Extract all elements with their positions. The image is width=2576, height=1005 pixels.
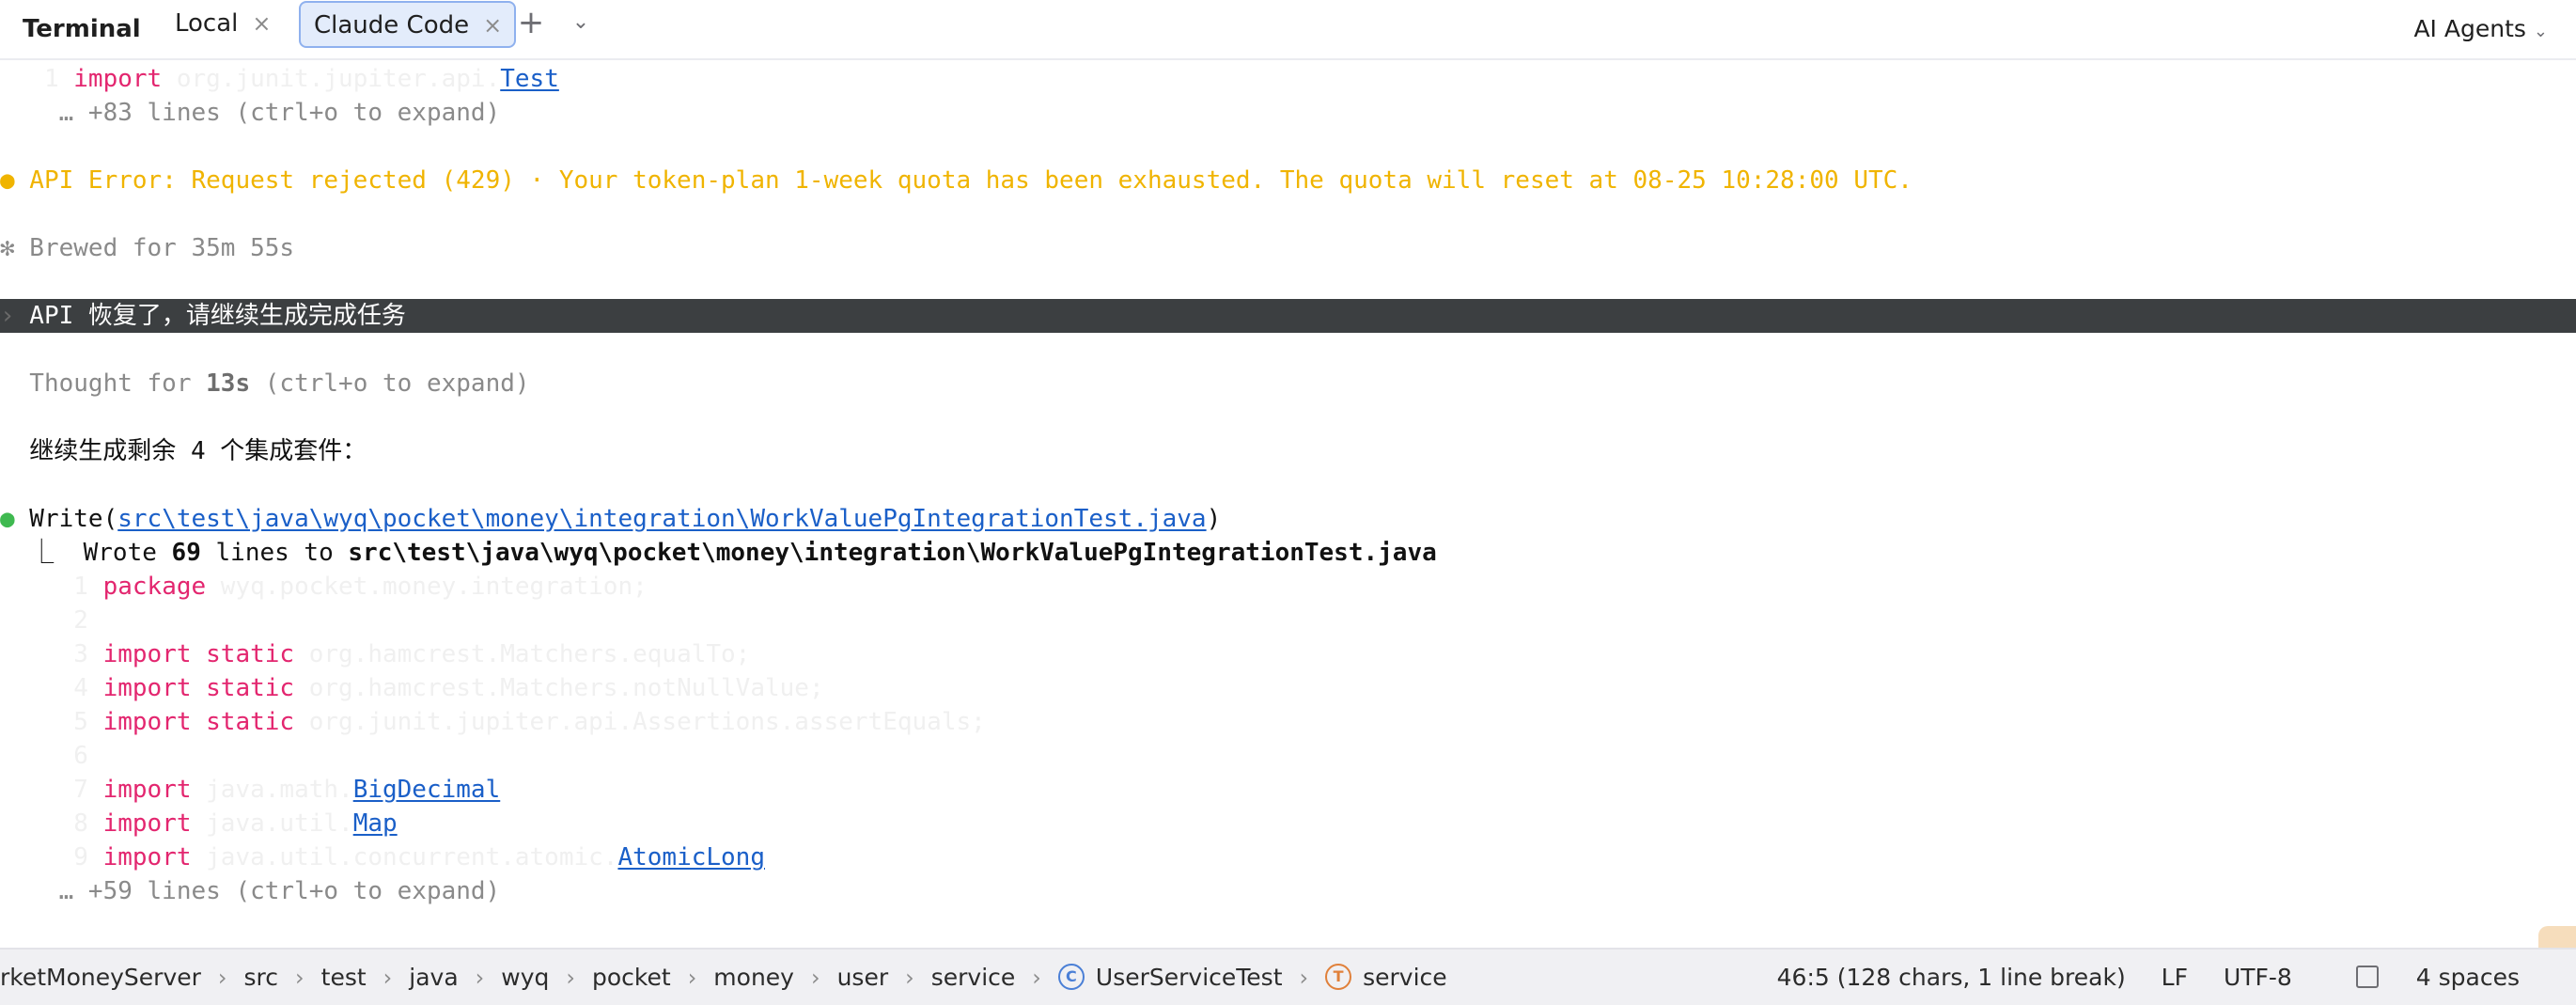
tab-list-chevron-down-icon[interactable]: ⌄ (562, 4, 600, 41)
ai-agents-dropdown[interactable]: AI Agents ⌄ (2413, 9, 2548, 49)
code-line: 1 package wyq.pocket.money.integration; (0, 573, 648, 601)
ai-agents-label: AI Agents (2413, 15, 2526, 42)
status-widgets: 46:5 (128 chars, 1 line break) LF UTF-8 … (1749, 950, 2520, 1005)
keyword: import (73, 65, 163, 93)
code-line: 6 (0, 742, 88, 770)
code-line: 7 import java.math.BigDecimal (0, 776, 501, 804)
indent-setting[interactable]: 4 spaces (2328, 964, 2520, 991)
breadcrumb-item[interactable]: pocket (592, 964, 671, 991)
breadcrumb-item[interactable]: service (931, 964, 1016, 991)
assistant-message: 继续生成剩余 4 个集成套件： (0, 437, 367, 465)
brewed-duration: ✻ Brewed for 35m 55s (0, 234, 295, 262)
indent-icon (2355, 966, 2379, 988)
success-bullet-icon: ● (0, 505, 15, 533)
chevron-right-icon: › (687, 965, 697, 991)
file-path-link[interactable]: src\test\java\wyq\pocket\money\integrati… (117, 505, 1206, 533)
breadcrumb: rketMoneyServer › src › test › java › wyq › pocket… (0, 950, 1447, 1005)
breadcrumb-item[interactable]: rketMoneyServer (0, 964, 201, 991)
keyword: import static (102, 674, 295, 702)
keyword: import (102, 809, 192, 838)
keyword: import (102, 776, 192, 804)
code-line: 4 import static org.hamcrest.Matchers.no… (0, 674, 824, 702)
chevron-right-icon: › (566, 965, 575, 991)
chevron-right-icon: › (1032, 965, 1041, 991)
chevron-right-icon: › (217, 965, 227, 991)
symbol-link[interactable]: AtomicLong (617, 843, 765, 872)
api-error-message: ● API Error: Request rejected (429) · Yo… (0, 166, 1912, 195)
caret-position[interactable]: 46:5 (128 chars, 1 line break) (1777, 964, 2126, 991)
code-line: 5 import static org.junit.jupiter.api.As… (0, 708, 986, 736)
field-icon: T (1325, 964, 1352, 990)
code-line: 3 import static org.hamcrest.Matchers.eq… (0, 640, 751, 668)
status-bar: rketMoneyServer › src › test › java › wyq › pocket… (0, 948, 2576, 1005)
chevron-right-icon: › (905, 965, 914, 991)
close-icon[interactable]: × (480, 3, 505, 48)
new-tab-plus-icon[interactable]: + (512, 4, 550, 41)
close-icon[interactable]: × (249, 1, 273, 46)
tab-label: Claude Code (314, 11, 470, 39)
breadcrumb-item[interactable]: src (244, 964, 279, 991)
chevron-down-icon: ⌄ (2533, 22, 2548, 41)
breadcrumb-item[interactable]: java (409, 964, 458, 991)
warning-bullet-icon: ● (0, 166, 15, 195)
file-encoding[interactable]: UTF-8 (2224, 964, 2292, 991)
write-result: ⎿ Wrote 69 lines to src\test\java\wyq\po… (0, 539, 1437, 567)
breadcrumb-item[interactable]: service (1363, 964, 1447, 991)
code-line: 1 import org.junit.jupiter.api.Test (0, 65, 559, 93)
terminal-output[interactable]: 1 import org.junit.jupiter.api.Test … +8… (0, 62, 2576, 946)
terminal-tab-bar: Terminal Local × Claude Code × + ⌄ AI Agen… (0, 0, 2576, 60)
keyword: import (102, 843, 192, 872)
symbol-link[interactable]: Map (353, 809, 398, 838)
thought-summary[interactable]: Thought for 13s (ctrl+o to expand) (0, 367, 2576, 400)
breadcrumb-item[interactable]: UserServiceTest (1096, 964, 1283, 991)
keyword: package (102, 573, 207, 601)
chevron-right-icon: › (295, 965, 304, 991)
user-prompt: › API 恢复了，请继续生成完成任务 (0, 299, 2576, 333)
code-line: 2 (0, 606, 88, 635)
chevron-right-icon: › (1299, 965, 1309, 991)
class-icon: C (1057, 964, 1085, 990)
line-separator[interactable]: LF (2162, 964, 2188, 991)
write-tool-call: ● Write(src\test\java\wyq\pocket\money\i… (0, 505, 1222, 533)
chevron-right-icon: › (382, 965, 393, 991)
code-line: 9 import java.util.concurrent.atomic.Ato… (0, 843, 765, 872)
keyword: import static (102, 640, 295, 668)
collapsed-lines-hint[interactable]: … +83 lines (ctrl+o to expand) (0, 96, 2576, 130)
prompt-chevron-icon: › (0, 302, 15, 330)
tab-claude-code[interactable]: Claude Code × (299, 1, 517, 48)
breadcrumb-item[interactable]: money (713, 964, 794, 991)
chevron-right-icon: › (475, 965, 485, 991)
symbol-link[interactable]: Test (500, 65, 559, 93)
symbol-link[interactable]: BigDecimal (353, 776, 501, 804)
breadcrumb-item[interactable]: wyq (501, 964, 549, 991)
tab-local[interactable]: Local × (175, 1, 287, 48)
code-line: 8 import java.util.Map (0, 809, 398, 838)
tab-label: Local (175, 9, 239, 38)
breadcrumb-item[interactable]: user (837, 964, 889, 991)
breadcrumb-item[interactable]: test (321, 964, 367, 991)
tool-window-title: Terminal (23, 15, 141, 43)
keyword: import static (102, 708, 295, 736)
collapsed-lines-hint[interactable]: … +59 lines (ctrl+o to expand) (0, 874, 2576, 908)
chevron-right-icon: › (810, 965, 820, 991)
